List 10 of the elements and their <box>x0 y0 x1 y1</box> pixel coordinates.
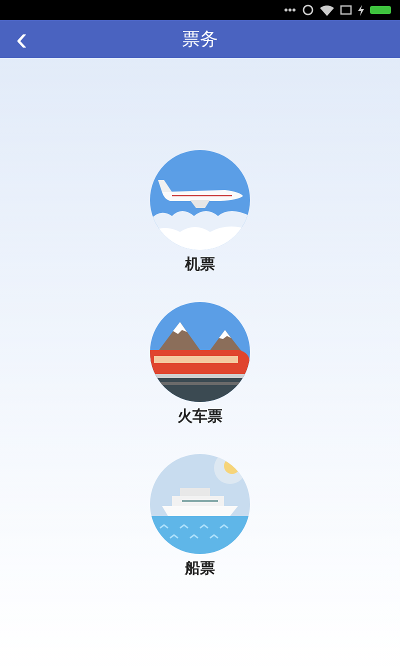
sim-icon <box>340 5 352 15</box>
wifi-icon <box>320 4 334 16</box>
page-title: 票务 <box>182 28 218 51</box>
charging-icon <box>358 4 364 16</box>
ticket-option[interactable]: 船票 <box>185 559 215 578</box>
battery-icon <box>370 5 392 15</box>
back-button[interactable]: ‹ <box>10 20 34 58</box>
ticket-option[interactable]: 机票 <box>185 255 215 274</box>
more-icon <box>284 8 296 12</box>
ticket-option[interactable]: 火车票 <box>178 407 222 426</box>
